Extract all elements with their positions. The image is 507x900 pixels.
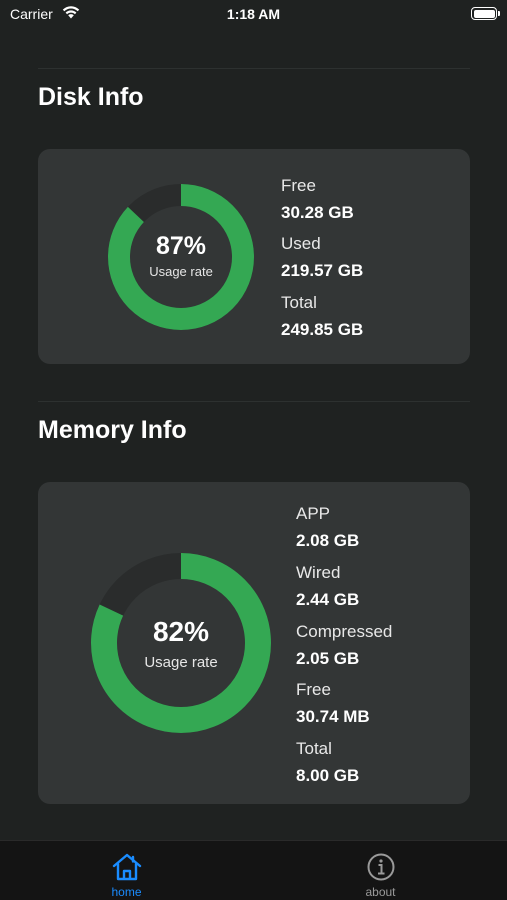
- status-bar: Carrier 1:18 AM: [0, 0, 507, 28]
- home-icon: [112, 853, 141, 881]
- memory-total-value: 8.00 GB: [296, 766, 360, 785]
- tab-bar: home about: [0, 840, 507, 900]
- memory-free-value: 30.74 MB: [296, 707, 370, 726]
- disk-section-title: Disk Info: [38, 83, 144, 111]
- memory-total-label: Total: [296, 739, 332, 758]
- disk-total-value: 249.85 GB: [281, 320, 364, 339]
- memory-section-title: Memory Info: [38, 416, 187, 444]
- disk-total-label: Total: [281, 293, 317, 312]
- disk-used-label: Used: [281, 234, 321, 253]
- disk-free-label: Free: [281, 176, 316, 195]
- disk-used-value: 219.57 GB: [281, 261, 364, 280]
- memory-compressed-label: Compressed: [296, 622, 393, 641]
- memory-card: 82% Usage rate APP 2.08 GB Wired 2.44 GB…: [38, 482, 470, 804]
- tab-home[interactable]: home: [0, 841, 253, 900]
- disk-free-value: 30.28 GB: [281, 203, 354, 222]
- memory-usage-caption: Usage rate: [144, 654, 218, 671]
- memory-wired-value: 2.44 GB: [296, 590, 360, 609]
- memory-app-label: APP: [296, 504, 331, 523]
- tab-about-label: about: [365, 885, 396, 899]
- memory-compressed-value: 2.05 GB: [296, 649, 360, 668]
- disk-usage-caption: Usage rate: [149, 264, 213, 279]
- divider: [38, 401, 470, 402]
- disk-usage-donut: 87% Usage rate: [106, 182, 256, 332]
- info-icon: [367, 853, 394, 881]
- memory-wired-label: Wired: [296, 563, 341, 582]
- disk-card: 87% Usage rate Free 30.28 GB Used 219.57…: [38, 149, 470, 364]
- memory-app-value: 2.08 GB: [296, 531, 360, 550]
- clock: 1:18 AM: [226, 6, 281, 22]
- tab-about[interactable]: about: [254, 841, 507, 900]
- divider: [38, 68, 470, 69]
- tab-home-label: home: [111, 885, 142, 899]
- memory-usage-percent: 82%: [152, 616, 210, 647]
- memory-usage-donut: 82% Usage rate: [89, 551, 273, 735]
- disk-usage-percent: 87%: [155, 232, 207, 260]
- battery-icon: [471, 7, 500, 20]
- memory-free-label: Free: [296, 680, 331, 699]
